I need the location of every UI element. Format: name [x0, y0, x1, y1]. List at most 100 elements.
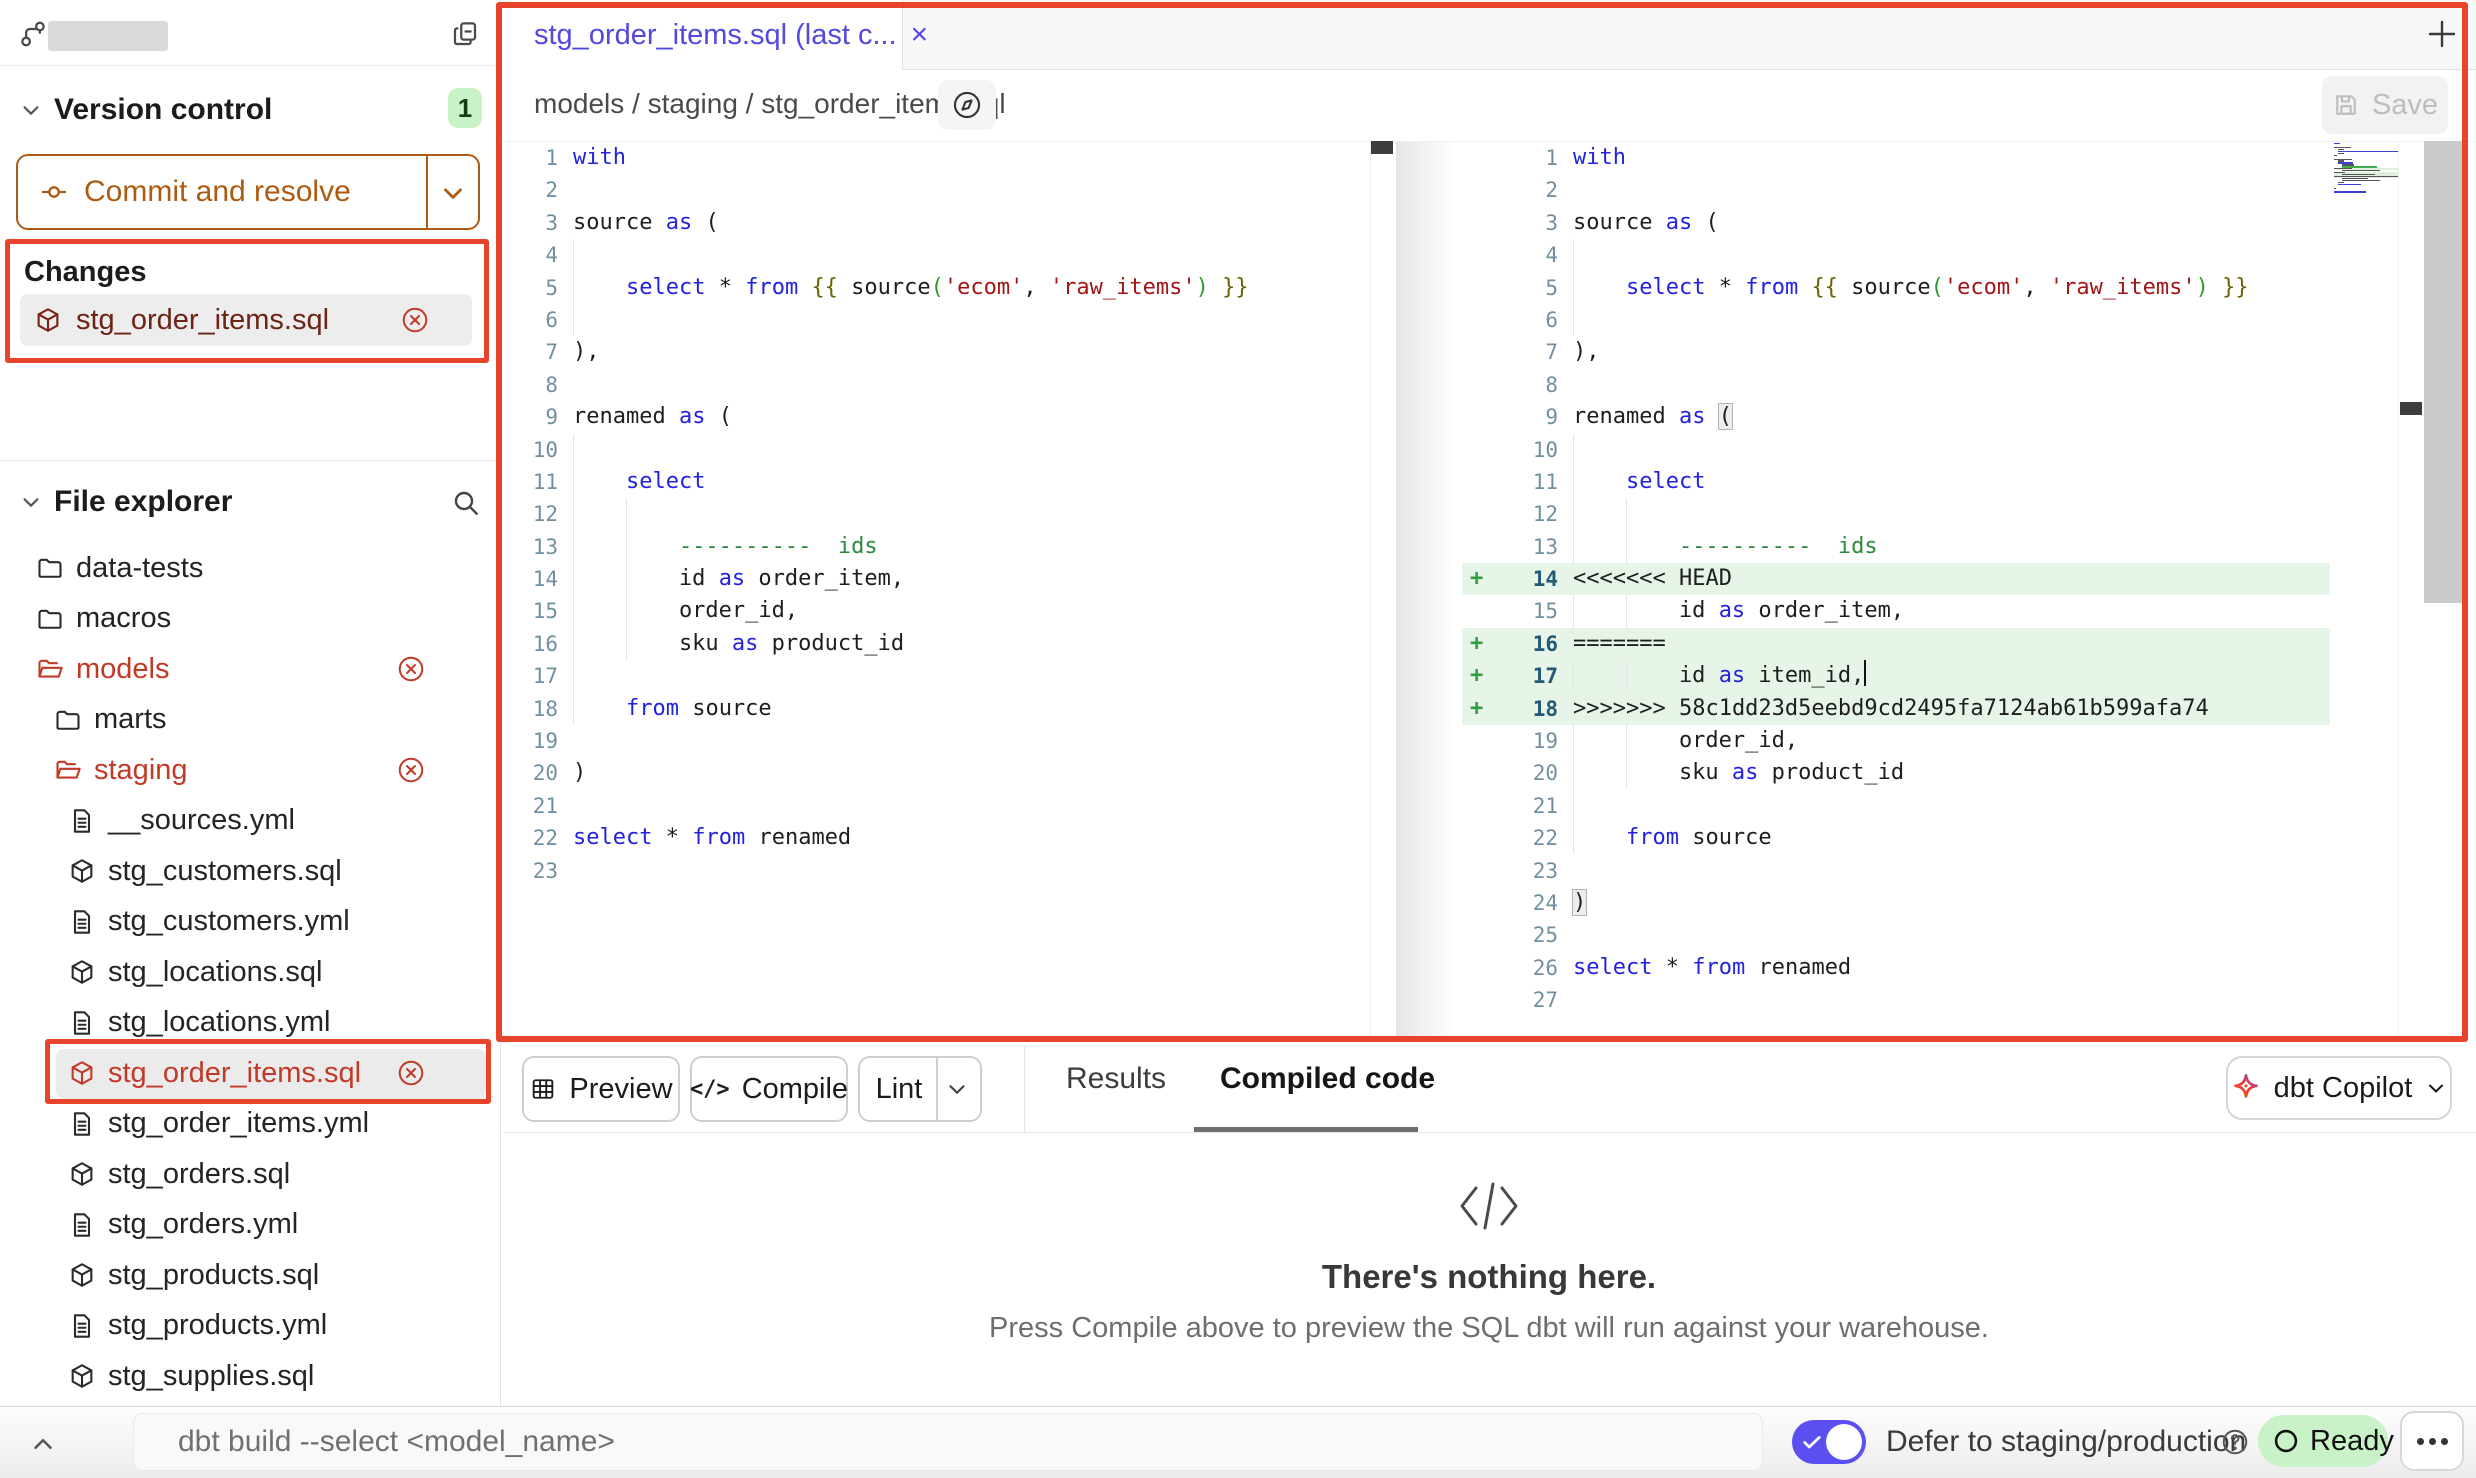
- code-line-9[interactable]: 9renamed as (: [1462, 401, 2330, 433]
- save-button[interactable]: Save: [2322, 76, 2448, 134]
- code-line-11[interactable]: 11select: [502, 466, 1390, 498]
- code-line-14[interactable]: 14id as order_item,: [502, 563, 1390, 595]
- code-line-11[interactable]: 11select: [1462, 466, 2330, 498]
- sidebar-file-stg_order_items.yml[interactable]: stg_order_items.yml: [0, 1099, 500, 1150]
- code-line-7[interactable]: 7),: [502, 336, 1390, 368]
- expand-panel-chevron-icon[interactable]: [28, 1429, 58, 1459]
- code-line-26[interactable]: 26select * from renamed: [1462, 952, 2330, 984]
- new-tab-button[interactable]: [2424, 16, 2460, 52]
- code-line-4[interactable]: 4: [1462, 239, 2330, 271]
- connection-status-badge[interactable]: Ready: [2258, 1415, 2388, 1467]
- code-line-3[interactable]: 3source as (: [502, 207, 1390, 239]
- deleted-marker-icon[interactable]: [396, 755, 426, 785]
- sidebar-file-stg_locations.sql[interactable]: stg_locations.sql: [0, 947, 500, 998]
- code-line-12[interactable]: 12: [1462, 498, 2330, 530]
- code-line-22[interactable]: 22select * from renamed: [502, 822, 1390, 854]
- changes-file-row[interactable]: stg_order_items.sql: [20, 294, 472, 346]
- copy-icon[interactable]: [450, 19, 480, 49]
- code-line-10[interactable]: 10: [502, 434, 1390, 466]
- preview-button[interactable]: Preview: [522, 1056, 680, 1122]
- code-line-17[interactable]: 17: [502, 660, 1390, 692]
- code-line-15[interactable]: 15order_id,: [502, 595, 1390, 627]
- sidebar-file-stg_locations.yml[interactable]: stg_locations.yml: [0, 998, 500, 1049]
- code-line-17[interactable]: +17id as item_id,: [1462, 660, 2330, 692]
- close-icon[interactable]: ×: [911, 18, 929, 52]
- tab-stg-order-items[interactable]: stg_order_items.sql (last c... ×: [502, 0, 902, 70]
- code-line-19[interactable]: 19: [502, 725, 1390, 757]
- code-line-13[interactable]: 13---------- ids: [502, 531, 1390, 563]
- compile-button[interactable]: </> Compile: [690, 1056, 848, 1122]
- sidebar-file-stg_customers.yml[interactable]: stg_customers.yml: [0, 897, 500, 948]
- code-line-23[interactable]: 23: [502, 855, 1390, 887]
- sidebar-file-data-tests[interactable]: data-tests: [0, 543, 500, 594]
- left-pane-scroll-thumb[interactable]: [1371, 141, 1393, 154]
- file-explorer-header[interactable]: File explorer: [0, 476, 500, 528]
- deleted-marker-icon[interactable]: [396, 1058, 426, 1088]
- dbt-copilot-button[interactable]: dbt Copilot: [2226, 1056, 2452, 1120]
- sidebar-file-marts[interactable]: marts: [0, 695, 500, 746]
- search-icon[interactable]: [450, 487, 482, 519]
- sidebar-file-stg_products.yml[interactable]: stg_products.yml: [0, 1301, 500, 1352]
- code-line-4[interactable]: 4: [502, 239, 1390, 271]
- help-question-icon[interactable]: [2220, 1427, 2250, 1457]
- code-line-18[interactable]: +18>>>>>>> 58c1dd23d5eebd9cd2495fa7124ab…: [1462, 693, 2330, 725]
- sidebar-file-stg_orders.yml[interactable]: stg_orders.yml: [0, 1200, 500, 1251]
- code-line-3[interactable]: 3source as (: [1462, 207, 2330, 239]
- code-line-2[interactable]: 2: [1462, 174, 2330, 206]
- code-line-18[interactable]: 18from source: [502, 693, 1390, 725]
- code-line-9[interactable]: 9renamed as (: [502, 401, 1390, 433]
- code-line-25[interactable]: 25: [1462, 919, 2330, 951]
- git-branch-icon[interactable]: [18, 19, 48, 49]
- defer-toggle[interactable]: [1792, 1420, 1866, 1464]
- sidebar-file-staging[interactable]: staging: [0, 745, 500, 796]
- code-line-6[interactable]: 6: [1462, 304, 2330, 336]
- code-line-14[interactable]: +14<<<<<<< HEAD: [1462, 563, 2330, 595]
- sidebar-file-stg_supplies.sql[interactable]: stg_supplies.sql: [0, 1351, 500, 1402]
- more-options-button[interactable]: [2400, 1411, 2464, 1471]
- commit-dropdown-chevron-icon[interactable]: [438, 178, 468, 208]
- code-line-5[interactable]: 5select * from {{ source('ecom', 'raw_it…: [1462, 272, 2330, 304]
- code-line-21[interactable]: 21: [1462, 790, 2330, 822]
- code-line-12[interactable]: 12: [502, 498, 1390, 530]
- code-line-15[interactable]: 15id as order_item,: [1462, 595, 2330, 627]
- sidebar-file-__sources.yml[interactable]: __sources.yml: [0, 796, 500, 847]
- code-line-10[interactable]: 10: [1462, 434, 2330, 466]
- code-line-8[interactable]: 8: [502, 369, 1390, 401]
- sidebar-file-stg_orders.sql[interactable]: stg_orders.sql: [0, 1149, 500, 1200]
- tab-results[interactable]: Results: [1066, 1062, 1166, 1096]
- code-line-1[interactable]: 1with: [1462, 142, 2330, 174]
- code-line-19[interactable]: 19order_id,: [1462, 725, 2330, 757]
- sidebar-file-stg_products.sql[interactable]: stg_products.sql: [0, 1250, 500, 1301]
- code-line-8[interactable]: 8: [1462, 369, 2330, 401]
- code-line-2[interactable]: 2: [502, 174, 1390, 206]
- tab-compiled-code[interactable]: Compiled code: [1220, 1062, 1435, 1096]
- code-pane-original[interactable]: 1with23source as (45select * from {{ sou…: [502, 142, 1390, 887]
- version-control-header[interactable]: Version control: [0, 84, 500, 136]
- code-line-22[interactable]: 22from source: [1462, 822, 2330, 854]
- code-line-23[interactable]: 23: [1462, 855, 2330, 887]
- right-pane-scroll-thumb[interactable]: [2400, 402, 2422, 415]
- sidebar-file-stg_customers.sql[interactable]: stg_customers.sql: [0, 846, 500, 897]
- discard-change-icon[interactable]: [400, 305, 430, 335]
- lint-dropdown-chevron-icon[interactable]: [944, 1076, 970, 1102]
- commit-and-resolve-button[interactable]: Commit and resolve: [16, 154, 480, 230]
- code-line-24[interactable]: 24): [1462, 887, 2330, 919]
- code-line-5[interactable]: 5select * from {{ source('ecom', 'raw_it…: [502, 272, 1390, 304]
- lineage-compass-icon[interactable]: [938, 80, 996, 130]
- code-line-16[interactable]: 16sku as product_id: [502, 628, 1390, 660]
- code-pane-modified[interactable]: 1with23source as (45select * from {{ sou…: [1462, 142, 2330, 1017]
- code-line-7[interactable]: 7),: [1462, 336, 2330, 368]
- sidebar-file-stg_order_items.sql[interactable]: stg_order_items.sql: [0, 1048, 500, 1099]
- editor-scrollbar-thumb[interactable]: [2424, 141, 2464, 603]
- code-line-13[interactable]: 13---------- ids: [1462, 531, 2330, 563]
- code-line-1[interactable]: 1with: [502, 142, 1390, 174]
- code-line-27[interactable]: 27: [1462, 984, 2330, 1016]
- code-line-20[interactable]: 20sku as product_id: [1462, 757, 2330, 789]
- command-input[interactable]: dbt build --select <model_name>: [133, 1413, 1763, 1471]
- sidebar-file-macros[interactable]: macros: [0, 594, 500, 645]
- code-line-21[interactable]: 21: [502, 790, 1390, 822]
- code-line-6[interactable]: 6: [502, 304, 1390, 336]
- code-line-20[interactable]: 20): [502, 757, 1390, 789]
- code-line-16[interactable]: +16=======: [1462, 628, 2330, 660]
- sidebar-file-models[interactable]: models: [0, 644, 500, 695]
